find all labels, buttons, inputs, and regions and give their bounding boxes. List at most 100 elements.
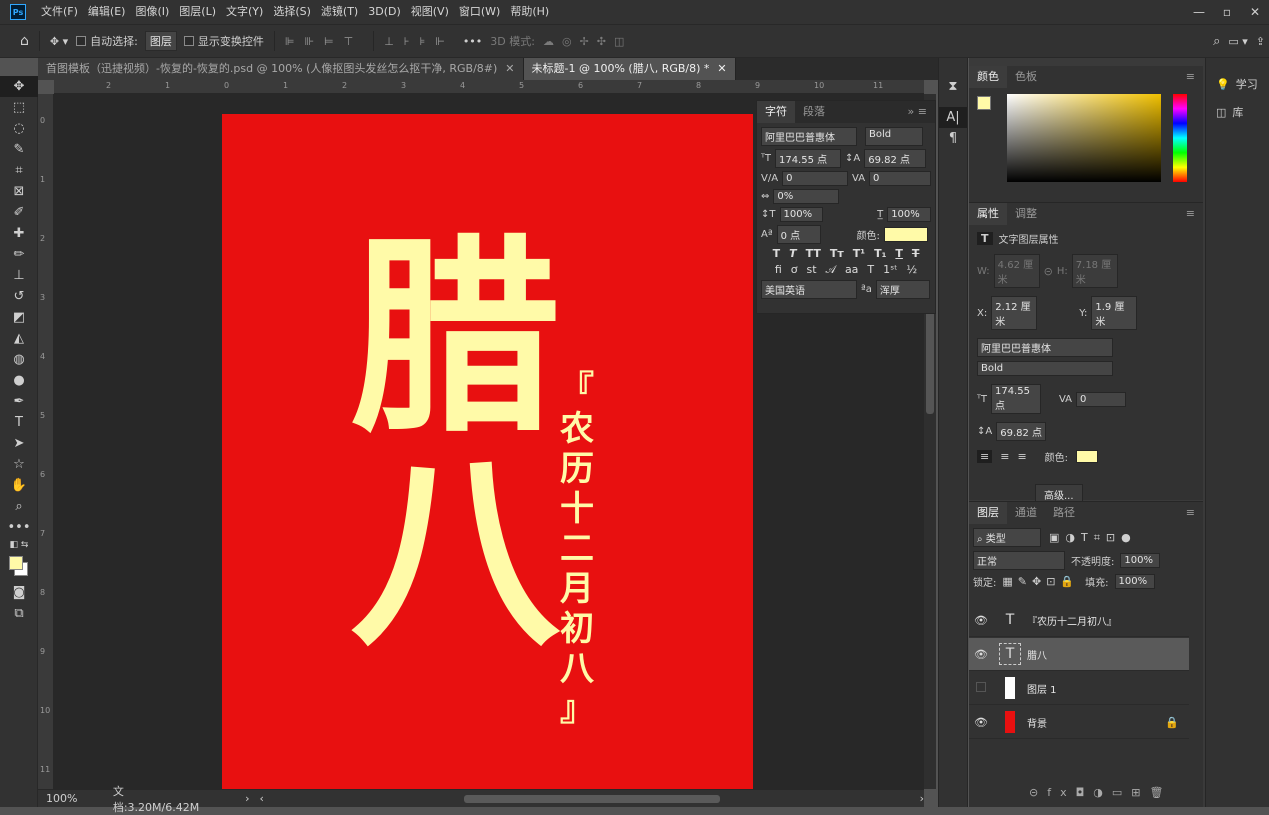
y-field[interactable]: 1.9 厘米 (1091, 296, 1138, 330)
props-tracking-field[interactable]: 0 (1076, 391, 1127, 407)
menu-3d[interactable]: 3D(D) (363, 0, 406, 24)
font-weight-select[interactable]: Bold (865, 127, 923, 146)
hand-tool-icon[interactable]: ✋ (0, 475, 38, 496)
tab-swatches[interactable]: 色板 (1007, 66, 1045, 88)
brush-tool-icon[interactable]: ✏ (0, 244, 38, 265)
layers-menu-icon[interactable]: ≡ (1178, 502, 1203, 524)
swap-colors-icon[interactable]: ◧ ⇆ (0, 538, 38, 552)
tsume-field[interactable]: 0% (773, 189, 840, 204)
status-arrow-icon[interactable]: › (245, 792, 249, 805)
layer-row[interactable]: 👁 T 腊八 (969, 638, 1189, 671)
workspace-icon[interactable]: ▭ ▾ (1228, 35, 1247, 48)
crop-tool-icon[interactable]: ⌗ (0, 160, 38, 181)
dodge-tool-icon[interactable]: ● (0, 370, 38, 391)
eraser-tool-icon[interactable]: ◩ (0, 307, 38, 328)
eye-icon[interactable]: 👁 (969, 648, 993, 661)
healing-tool-icon[interactable]: ✚ (0, 223, 38, 244)
history-panel-icon[interactable]: ⧗ (939, 76, 967, 97)
fill-field[interactable]: 100% (1114, 574, 1155, 589)
share-icon[interactable]: ⇪ (1256, 35, 1265, 48)
layer-kind-filter[interactable]: ⌕ 类型 (973, 528, 1041, 547)
color-swatches[interactable] (0, 552, 38, 582)
quick-mask-icon[interactable]: ◙ (0, 582, 38, 603)
eye-icon[interactable]: 👁 (969, 716, 993, 729)
layer-row[interactable]: 👁 背景 🔒 (969, 706, 1189, 739)
props-size-field[interactable]: 174.55 点 (990, 384, 1041, 414)
maximize-icon[interactable]: ▫ (1213, 0, 1241, 24)
opacity-field[interactable]: 100% (1120, 553, 1161, 568)
menu-layer[interactable]: 图层(L) (174, 0, 221, 24)
tab-character[interactable]: 字符 (757, 101, 795, 123)
tab-paths[interactable]: 路径 (1045, 502, 1083, 524)
text-color-swatch[interactable] (883, 227, 928, 242)
canvas-vertical-text[interactable]: 『 农 历 十 二 月 初 八 』 (557, 369, 597, 729)
scroll-right-icon[interactable]: › (920, 792, 924, 805)
font-family-select[interactable]: 阿里巴巴普惠体 (761, 127, 857, 146)
layer-row[interactable]: 👁 T 『农历十二月初八』 (969, 604, 1189, 637)
tab-document-1[interactable]: 首图模板（迅捷视频）-恢复的-恢复的.psd @ 100% (人像抠图头发丝怎么… (38, 58, 524, 80)
layer-filter-icons[interactable]: ▣◑T⌗⊡● (1049, 531, 1137, 545)
type-tool-icon[interactable]: T (0, 412, 38, 433)
tab-properties[interactable]: 属性 (969, 203, 1007, 225)
close-tab-icon[interactable]: ✕ (505, 62, 514, 75)
eyedropper-tool-icon[interactable]: ✐ (0, 202, 38, 223)
menu-edit[interactable]: 编辑(E) (83, 0, 131, 24)
layer-row[interactable]: 图层 1 (969, 672, 1189, 705)
horizontal-scrollbar[interactable] (463, 794, 720, 803)
menu-filter[interactable]: 滤镜(T) (316, 0, 363, 24)
lasso-tool-icon[interactable]: ◌ (0, 118, 38, 139)
eye-icon[interactable]: 👁 (969, 614, 993, 627)
hue-slider[interactable] (1173, 94, 1187, 182)
color-panel-menu-icon[interactable]: ≡ (1178, 66, 1203, 88)
close-tab-icon[interactable]: ✕ (717, 62, 726, 75)
menu-help[interactable]: 帮助(H) (505, 0, 554, 24)
vertical-scale-field[interactable]: 100% (779, 207, 824, 222)
home-icon[interactable]: ⌂ (20, 33, 29, 49)
align-center-icon[interactable]: ≡ (1000, 450, 1009, 463)
layer-dropdown[interactable]: 图层 (144, 31, 177, 51)
shape-tool-icon[interactable]: ☆ (0, 454, 38, 475)
menu-image[interactable]: 图像(I) (130, 0, 174, 24)
props-menu-icon[interactable]: ≡ (1178, 203, 1203, 225)
align-left-icon[interactable]: ≡ (977, 450, 993, 463)
history-brush-icon[interactable]: ↺ (0, 286, 38, 307)
learn-item[interactable]: 💡 学习 (1206, 58, 1269, 98)
frame-tool-icon[interactable]: ⊠ (0, 181, 38, 202)
scroll-left-icon[interactable]: ‹ (259, 792, 263, 805)
close-icon[interactable]: ✕ (1241, 0, 1269, 24)
3d-mode-icons[interactable]: ☁◎✢✣◫ (543, 35, 632, 48)
blur-tool-icon[interactable]: ◍ (0, 349, 38, 370)
layer-name[interactable]: 图层 1 (1027, 681, 1057, 696)
document-canvas[interactable]: 腊 八 『 农 历 十 二 月 初 八 』 (222, 114, 753, 789)
antialias-select[interactable]: 浑厚 (875, 280, 930, 299)
tab-color[interactable]: 颜色 (969, 66, 1007, 88)
horizontal-scale-field[interactable]: 100% (887, 207, 931, 222)
layer-name[interactable]: 腊八 (1027, 647, 1047, 662)
move-tool-icon[interactable]: ✥ ▾ (50, 35, 68, 48)
menu-type[interactable]: 文字(Y) (221, 0, 268, 24)
bucket-tool-icon[interactable]: ◭ (0, 328, 38, 349)
kerning-field[interactable]: 0 (782, 171, 848, 186)
character-panel-icon[interactable]: A| (939, 107, 967, 128)
quick-select-tool-icon[interactable]: ✎ (0, 139, 38, 160)
more-tools-icon[interactable]: ••• (0, 517, 38, 538)
menu-view[interactable]: 视图(V) (406, 0, 454, 24)
layer-name[interactable]: 『农历十二月初八』 (1027, 613, 1117, 628)
menu-file[interactable]: 文件(F) (36, 0, 83, 24)
library-item[interactable]: ◫ 库 (1206, 98, 1269, 126)
language-select[interactable]: 美国英语 (761, 280, 857, 299)
font-size-field[interactable]: 174.55 点 (774, 149, 841, 168)
distribute-icons[interactable]: ⊥⊦⊧⊩ (384, 35, 455, 48)
props-leading-field[interactable]: 69.82 点 (996, 422, 1047, 441)
color-field[interactable] (1007, 94, 1161, 182)
pen-tool-icon[interactable]: ✒ (0, 391, 38, 412)
foreground-color[interactable] (977, 96, 991, 110)
props-font-select[interactable]: 阿里巴巴普惠体 (977, 338, 1113, 357)
minimize-icon[interactable]: — (1185, 0, 1213, 24)
search-icon[interactable]: ⌕ (1213, 34, 1220, 49)
tab-document-2[interactable]: 未标题-1 @ 100% (腊八, RGB/8) * ✕ (523, 58, 736, 80)
lock-icons[interactable]: ▦✎✥⊡🔒 (1002, 575, 1079, 588)
canvas-text-ba[interactable]: 八 (350, 449, 560, 659)
tracking-field[interactable]: 0 (869, 171, 931, 186)
layers-footer-icons[interactable]: ⊝fx◘◑▭⊞🗑 (1029, 786, 1172, 799)
